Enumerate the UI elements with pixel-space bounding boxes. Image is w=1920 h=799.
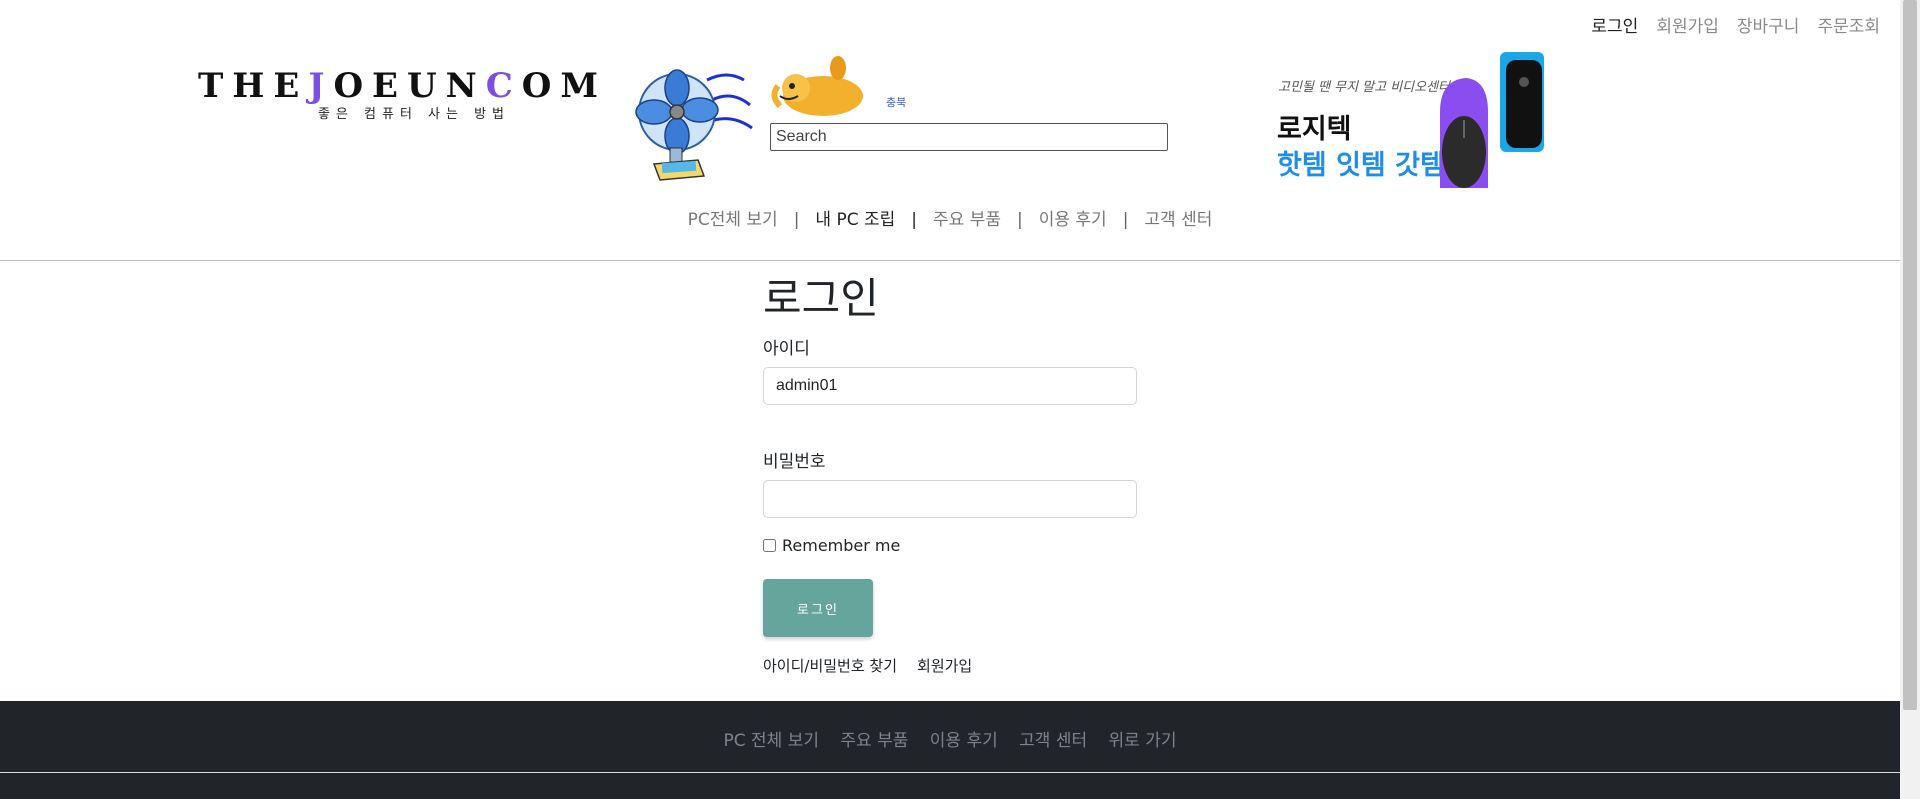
nav-separator: | [1122,210,1129,230]
find-account-link[interactable]: 아이디/비밀번호 찾기 [763,655,897,676]
banner-subtitle: 핫템 잇템 갓템 [1277,150,1445,181]
logo-part: OM [521,66,608,106]
remember-me-checkbox[interactable] [763,539,776,552]
id-input[interactable] [763,367,1137,405]
nav-item-build-pc[interactable]: 내 PC 조립 [815,210,895,230]
id-label: 아이디 [763,339,810,359]
logitech-banner[interactable]: 고민될 땐 무지 말고 비디오센터 로지텍 핫템 잇템 갓템 [1272,52,1544,188]
main-nav: PC전체 보기 | 내 PC 조립 | 주요 부품 | 이용 후기 | 고객 센터 [0,205,1900,230]
mascot-icon [771,56,863,116]
page-title: 로그인 [763,274,879,323]
banner-title: 로지텍 [1277,114,1352,145]
nav-item-reviews[interactable]: 이용 후기 [1039,210,1107,230]
footer: PC 전체 보기 주요 부품 이용 후기 고객 센터 위로 가기 [0,701,1900,799]
mascot-illustration: 충북 [768,56,908,126]
fan-illustration [635,69,753,181]
password-input[interactable] [763,480,1137,518]
logo-part-accent: C [485,66,522,106]
nav-item-parts[interactable]: 주요 부품 [933,210,1001,230]
vertical-scrollbar[interactable] [1900,0,1920,799]
nav-item-all-pc[interactable]: PC전체 보기 [688,210,778,230]
remember-me-row: Remember me [763,536,1137,555]
nav-separator: | [911,210,918,230]
top-utility-nav: 로그인 회원가입 장바구니 주문조회 [1591,12,1880,37]
footer-divider [0,772,1900,773]
logo-part: OEUN [333,66,486,106]
top-orders-link[interactable]: 주문조회 [1817,12,1880,37]
scrollbar-thumb[interactable] [1903,0,1917,710]
logo-wordmark: THEJOEUNCOM [198,66,630,106]
footer-link-reviews[interactable]: 이용 후기 [930,731,998,751]
footer-link-top[interactable]: 위로 가기 [1109,731,1177,751]
mouse-keyboard-image [1440,52,1544,188]
top-signup-link[interactable]: 회원가입 [1656,12,1719,37]
login-form: 로그인 아이디 비밀번호 Remember me 로그인 아이디/비밀번호 찾기… [763,272,1137,676]
header-divider [0,260,1900,261]
logo-part: THE [198,66,309,106]
footer-link-support[interactable]: 고객 센터 [1019,731,1087,751]
top-login-link[interactable]: 로그인 [1591,12,1638,37]
login-links: 아이디/비밀번호 찾기 회원가입 [763,655,1137,676]
banner-tagline: 고민될 땐 무지 말고 비디오센터 [1278,80,1451,95]
footer-link-all-pc[interactable]: PC 전체 보기 [724,731,820,751]
remember-me-label[interactable]: Remember me [782,536,900,555]
footer-nav: PC 전체 보기 주요 부품 이용 후기 고객 센터 위로 가기 [0,701,1900,751]
logo-part-accent: J [308,66,334,106]
nav-item-support[interactable]: 고객 센터 [1144,210,1212,230]
mascot-tag: 충북 [886,96,907,109]
password-label: 비밀번호 [763,452,826,472]
footer-link-parts[interactable]: 주요 부품 [840,731,908,751]
nav-separator: | [793,210,800,230]
signup-link[interactable]: 회원가입 [917,655,972,676]
search-input[interactable] [770,123,1168,151]
site-logo[interactable]: THEJOEUNCOM 좋은 컴퓨터 사는 방법 [198,66,630,122]
nav-separator: | [1016,210,1023,230]
top-cart-link[interactable]: 장바구니 [1737,12,1800,37]
login-button[interactable]: 로그인 [763,579,873,637]
